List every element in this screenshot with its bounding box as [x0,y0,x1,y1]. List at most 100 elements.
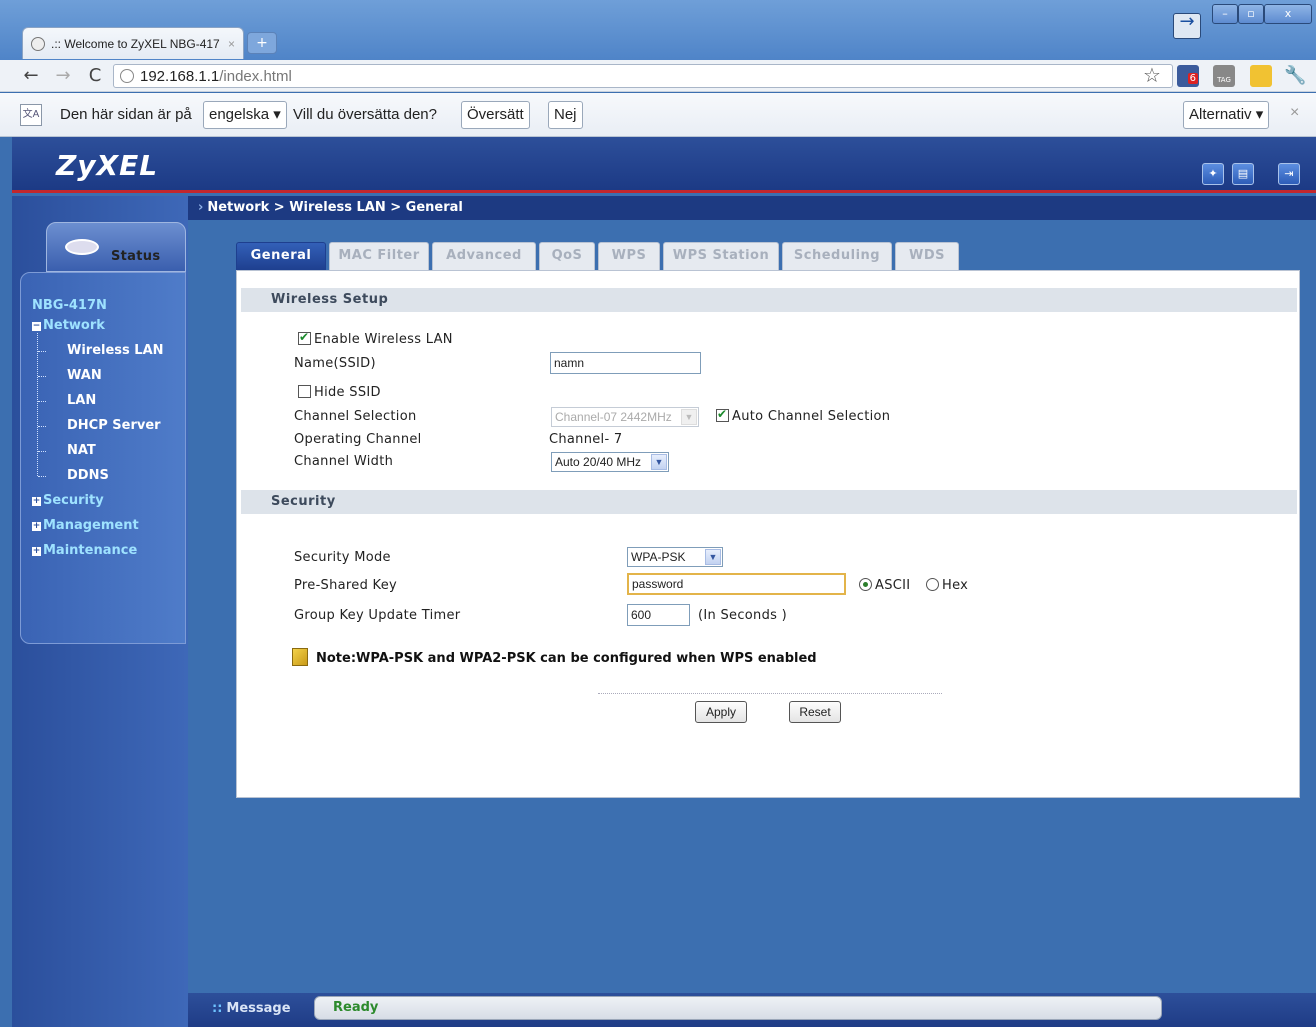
menu-dhcp-server[interactable]: DHCP Server [67,418,161,433]
tree-tick [38,476,46,477]
security-header: Security [241,490,1297,514]
note-icon [292,648,308,666]
menu-management[interactable]: + Management [32,518,139,533]
tree-tick [38,426,46,427]
maximize-button[interactable]: ▫ [1238,4,1264,24]
expand-icon: + [32,521,41,531]
forward-button[interactable]: → [52,65,74,87]
menu-nat[interactable]: NAT [67,443,96,458]
status-bar: :: Message Ready [188,993,1316,1027]
extension-icon[interactable] [1250,65,1272,87]
browser-tab[interactable]: .:: Welcome to ZyXEL NBG-417 × [22,27,244,59]
timer-input[interactable]: 600 [627,604,690,626]
channel-width-value: Auto 20/40 MHz [555,455,642,469]
auto-channel-checkbox[interactable] [716,407,729,422]
ext-tag-label: TAG [1217,76,1231,84]
wrench-icon[interactable]: 🔧 [1284,65,1306,87]
help-icon[interactable]: ▤ [1232,163,1254,185]
arrow-right-icon[interactable]: → [1173,13,1201,39]
apply-button[interactable]: Apply [695,701,747,723]
page-info-icon [120,69,134,83]
new-tab-button[interactable]: + [247,32,277,54]
menu-maintenance-label: Maintenance [43,543,138,558]
status-label: Status [111,249,161,264]
menu-wan[interactable]: WAN [67,368,102,383]
browser-toolbar: ← → C 192.168.1.1/index.html ☆ 6 TAG 🔧 [0,60,1316,92]
tab-mac-filter[interactable]: MAC Filter [329,242,429,270]
reload-button[interactable]: C [84,65,106,87]
psk-input[interactable]: password [627,573,846,595]
tab-advanced[interactable]: Advanced [432,242,536,270]
hex-radio[interactable] [926,578,939,591]
hide-ssid-label: Hide SSID [314,385,381,400]
menu-wireless-lan[interactable]: Wireless LAN [67,343,164,358]
tab-wps[interactable]: WPS [598,242,660,270]
breadcrumb: › Network > Wireless LAN > General [188,196,1316,220]
wps-note: Note:WPA-PSK and WPA2-PSK can be configu… [292,648,817,666]
tab-general[interactable]: General [236,242,326,270]
menu-security[interactable]: + Security [32,493,104,508]
tree-tick [38,376,46,377]
tree-tick [38,401,46,402]
message-text: Message [226,1001,291,1016]
translate-bar: 文A Den här sidan är på engelska ▾ Vill d… [0,93,1316,137]
facebook-extension-icon[interactable]: 6 [1177,65,1199,87]
channel-selection-label: Channel Selection [294,409,417,424]
operating-channel-label: Operating Channel [294,432,422,447]
back-button[interactable]: ← [20,65,42,87]
translate-prefix: Den här sidan är på [60,106,192,123]
hex-option[interactable]: Hex [926,578,968,593]
menu-network[interactable]: − Network [32,318,105,333]
device-name: NBG-417N [32,298,107,313]
auto-channel-row[interactable]: Auto Channel Selection [716,407,891,424]
ascii-radio[interactable] [859,578,872,591]
menu-lan[interactable]: LAN [67,393,96,408]
url-host: 192.168.1.1 [140,67,220,85]
tab-scheduling[interactable]: Scheduling [782,242,892,270]
tab-title: .:: Welcome to ZyXEL NBG-417 [51,36,220,51]
ascii-option[interactable]: ASCII [859,578,910,593]
menu-network-label: Network [43,318,105,333]
tree-tick [38,351,46,352]
close-window-button[interactable]: x [1264,4,1312,24]
security-mode-value: WPA-PSK [631,550,686,564]
chevron-down-icon: ▼ [681,409,697,425]
enable-wireless-label: Enable Wireless LAN [314,332,453,347]
tab-qos[interactable]: QoS [539,242,595,270]
tab-close-icon[interactable]: × [228,37,235,51]
menu-maintenance[interactable]: + Maintenance [32,543,137,558]
hide-ssid-checkbox[interactable] [298,385,311,398]
status-button[interactable]: Status [46,222,186,272]
ext-badge: 6 [1187,73,1198,84]
wps-note-text: Note:WPA-PSK and WPA2-PSK can be configu… [316,651,817,666]
tag-extension-icon[interactable]: TAG [1213,65,1235,87]
zyxel-logo: ZyXEL [56,149,159,182]
auto-channel-label: Auto Channel Selection [732,409,891,424]
operating-channel-value: Channel- 7 [549,432,623,447]
tree-tick [38,451,46,452]
reset-button[interactable]: Reset [789,701,841,723]
hide-ssid-row[interactable]: Hide SSID [298,385,381,400]
message-dots: :: [212,1001,223,1016]
tab-wds[interactable]: WDS [895,242,959,270]
translate-close-icon[interactable]: × [1290,104,1299,122]
logout-icon[interactable]: ⇥ [1278,163,1300,185]
translate-button[interactable]: Översätt [461,101,530,129]
tab-wps-station[interactable]: WPS Station [663,242,779,270]
bookmark-star-icon[interactable]: ☆ [1143,63,1161,87]
translate-options-button[interactable]: Alternativ ▾ [1183,101,1270,129]
content-panel: Wireless Setup Security [236,270,1300,798]
minimize-button[interactable]: – [1212,4,1238,24]
globe-icon [31,36,45,51]
channel-width-select[interactable]: Auto 20/40 MHz ▼ [551,452,669,472]
language-dropdown[interactable]: engelska ▾ [203,101,287,129]
menu-ddns[interactable]: DDNS [67,468,109,483]
security-mode-select[interactable]: WPA-PSK ▼ [627,547,723,567]
menu-management-label: Management [43,518,139,533]
wizard-icon[interactable]: ✦ [1202,163,1224,185]
enable-wireless-row[interactable]: Enable Wireless LAN [298,330,453,347]
enable-wireless-checkbox[interactable] [298,330,311,345]
ssid-input[interactable]: namn [550,352,701,374]
address-bar[interactable]: 192.168.1.1/index.html [113,64,1173,88]
no-translate-button[interactable]: Nej [548,101,583,129]
